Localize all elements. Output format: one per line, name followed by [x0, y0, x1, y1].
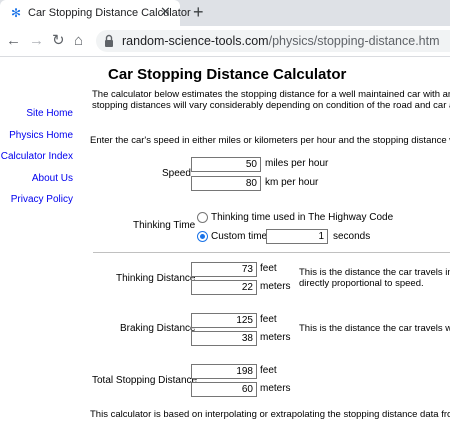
meters-unit-label: meters — [260, 281, 291, 292]
custom-time-radio[interactable] — [197, 231, 208, 242]
url-text: random-science-tools.com/physics/stoppin… — [122, 34, 440, 48]
braking-distance-description: This is the distance the car travels wh — [299, 323, 450, 334]
speed-label: Speed — [162, 168, 191, 179]
address-bar[interactable]: random-science-tools.com/physics/stoppin… — [96, 30, 450, 52]
back-icon[interactable]: ← — [6, 32, 21, 50]
sidebar-item-calculator-index[interactable]: Calculator Index — [1, 151, 73, 162]
braking-distance-label: Braking Distance — [120, 323, 196, 334]
divider — [93, 252, 450, 253]
new-tab-icon[interactable]: + — [193, 2, 204, 22]
lock-icon — [105, 34, 113, 47]
sidebar-item-physics-home[interactable]: Physics Home — [9, 130, 73, 141]
speed-mph-input[interactable]: 50 — [191, 157, 261, 172]
highway-code-option-label: Thinking time used in The Highway Code — [211, 212, 394, 223]
thinking-distance-meters-output[interactable]: 22 — [191, 280, 257, 295]
kmh-unit-label: km per hour — [265, 177, 319, 188]
thinking-time-label: Thinking Time — [133, 220, 196, 231]
custom-time-input[interactable]: 1 — [266, 229, 328, 244]
seconds-unit-label: seconds — [333, 231, 371, 242]
reload-icon[interactable]: ↻ — [52, 32, 65, 50]
feet-unit-label: feet — [260, 263, 277, 274]
sidebar-item-site-home[interactable]: Site Home — [26, 108, 73, 119]
braking-distance-feet-output[interactable]: 125 — [191, 313, 257, 328]
close-tab-icon[interactable]: ✕ — [160, 5, 171, 19]
instructions-text: Enter the car's speed in either miles or… — [90, 135, 450, 146]
braking-distance-meters-output[interactable]: 38 — [191, 331, 257, 346]
sidebar-item-privacy-policy[interactable]: Privacy Policy — [11, 194, 73, 205]
meters-unit-label: meters — [260, 332, 291, 343]
browser-tab[interactable]: ✻ Car Stopping Distance Calculator ✕ — [0, 0, 191, 26]
total-distance-feet-output[interactable]: 198 — [191, 364, 257, 379]
intro-text: The calculator below estimates the stopp… — [92, 89, 450, 111]
total-distance-meters-output[interactable]: 60 — [191, 382, 257, 397]
speed-kmh-input[interactable]: 80 — [191, 176, 261, 191]
custom-time-option-label: Custom time — [211, 231, 268, 242]
sidebar-item-about-us[interactable]: About Us — [32, 173, 73, 184]
thinking-distance-label: Thinking Distance — [116, 273, 196, 284]
highway-code-radio[interactable] — [197, 212, 208, 223]
page-title: Car Stopping Distance Calculator — [108, 66, 347, 83]
footer-text: This calculator is based on interpolatin… — [90, 409, 450, 420]
home-icon[interactable]: ⌂ — [74, 32, 83, 50]
meters-unit-label: meters — [260, 383, 291, 394]
feet-unit-label: feet — [260, 314, 277, 325]
thinking-distance-description: This is the distance the car travels in … — [299, 267, 450, 289]
total-distance-label: Total Stopping Distance — [92, 375, 198, 386]
thinking-distance-feet-output[interactable]: 73 — [191, 262, 257, 277]
browser-toolbar: ← → ↻ ⌂ random-science-tools.com/physics… — [0, 26, 450, 57]
feet-unit-label: feet — [260, 365, 277, 376]
forward-icon[interactable]: → — [29, 32, 44, 50]
mph-unit-label: miles per hour — [265, 158, 329, 169]
tab-bar: ✻ Car Stopping Distance Calculator ✕ + — [0, 0, 450, 26]
site-favicon-icon: ✻ — [10, 6, 22, 20]
